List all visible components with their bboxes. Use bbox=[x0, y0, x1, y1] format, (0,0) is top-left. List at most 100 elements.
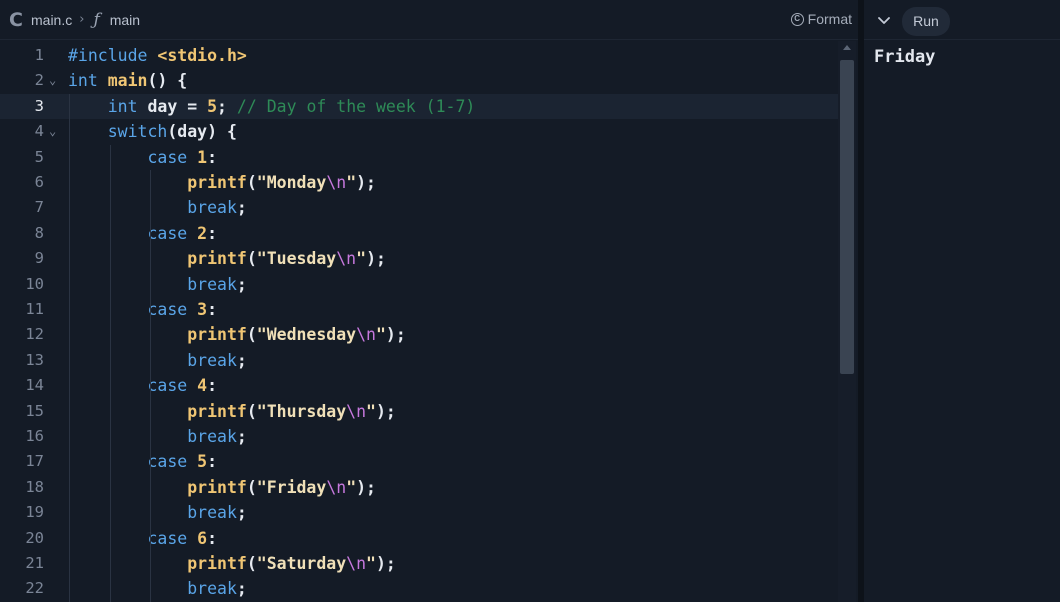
code-token: ; bbox=[236, 350, 247, 370]
code-text: printf("Tuesday\n"); bbox=[68, 246, 386, 271]
code-text: case 1: bbox=[68, 145, 217, 170]
breadcrumb-function[interactable]: main bbox=[110, 12, 140, 28]
output-header bbox=[864, 0, 1060, 40]
panel-splitter[interactable] bbox=[858, 0, 864, 602]
code-line[interactable]: 10 break; bbox=[0, 272, 838, 297]
code-token: case bbox=[147, 147, 198, 167]
code-token: printf bbox=[187, 173, 247, 192]
code-token: : bbox=[207, 147, 218, 167]
code-token: ; bbox=[236, 274, 247, 294]
code-token: case bbox=[147, 223, 198, 243]
code-token: \n bbox=[346, 401, 367, 421]
code-token: 5 bbox=[197, 452, 208, 472]
code-token: \n bbox=[326, 477, 347, 497]
code-token: 1 bbox=[197, 147, 208, 167]
code-line[interactable]: 17 case 5: bbox=[0, 449, 838, 474]
code-token: ( bbox=[246, 173, 257, 192]
code-token: ; bbox=[236, 503, 247, 523]
code-line[interactable]: 18 printf("Friday\n"); bbox=[0, 475, 838, 500]
line-number: 16 bbox=[25, 427, 44, 445]
fold-chevron-icon[interactable]: ⌄ bbox=[49, 68, 56, 93]
code-token: " bbox=[366, 401, 376, 421]
code-line[interactable]: 8 case 2: bbox=[0, 221, 838, 246]
chevron-down-icon[interactable] bbox=[876, 12, 892, 28]
code-token: ; bbox=[236, 579, 247, 599]
code-token: break bbox=[187, 503, 237, 523]
code-text: case 2: bbox=[68, 221, 217, 246]
format-icon: C bbox=[790, 12, 804, 26]
code-line[interactable]: 21 printf("Saturday\n"); bbox=[0, 551, 838, 576]
code-token: \n bbox=[336, 249, 357, 269]
code-line[interactable]: 3 int day = 5; // Day of the week (1-7) bbox=[0, 93, 838, 120]
run-button[interactable]: Run bbox=[902, 7, 950, 36]
format-button[interactable]: C Format bbox=[790, 11, 852, 27]
code-token: break bbox=[187, 198, 237, 218]
line-number: 17 bbox=[25, 452, 44, 471]
editor-header: C main.c › ƒ main C Format bbox=[0, 0, 858, 40]
code-token: <stdio.h> bbox=[157, 46, 247, 65]
code-line[interactable]: 15 printf("Thursday\n"); bbox=[0, 399, 838, 424]
code-token: ( bbox=[246, 325, 257, 345]
fold-chevron-icon[interactable]: ⌄ bbox=[49, 119, 56, 144]
code-line[interactable]: 6 printf("Monday\n"); bbox=[0, 170, 838, 195]
code-token: break bbox=[187, 350, 237, 370]
code-token: printf bbox=[187, 554, 247, 573]
code-line[interactable]: 22 break; bbox=[0, 576, 838, 601]
code-token: (day) { bbox=[167, 122, 237, 142]
code-line[interactable]: 7 break; bbox=[0, 195, 838, 220]
code-text: break; bbox=[68, 272, 247, 297]
code-line[interactable]: 14 case 4: bbox=[0, 373, 838, 398]
code-token: ); bbox=[385, 325, 406, 345]
code-line[interactable]: 12 printf("Wednesday\n"); bbox=[0, 322, 838, 347]
line-number: 7 bbox=[34, 198, 44, 217]
code-token: : bbox=[207, 452, 218, 472]
code-token: 4 bbox=[197, 376, 208, 396]
code-token: ); bbox=[375, 401, 396, 421]
scroll-up-icon[interactable] bbox=[843, 45, 851, 50]
code-token: ; bbox=[236, 427, 247, 446]
line-number: 10 bbox=[25, 274, 44, 293]
indent-guide bbox=[149, 170, 151, 602]
code-line[interactable]: 16 break; bbox=[0, 424, 838, 449]
breadcrumb-file[interactable]: main.c bbox=[31, 12, 72, 28]
code-token: "Saturday bbox=[256, 554, 347, 573]
code-token: : bbox=[207, 223, 218, 243]
code-line[interactable]: 5 case 1: bbox=[0, 145, 838, 170]
code-line[interactable]: 20 case 6: bbox=[0, 526, 838, 551]
code-token: "Friday bbox=[256, 477, 327, 497]
code-token: break bbox=[187, 579, 237, 599]
code-text: case 6: bbox=[68, 526, 217, 551]
code-text: #include <stdio.h> bbox=[68, 43, 247, 68]
code-token: : bbox=[207, 528, 218, 548]
code-text: int main() { bbox=[68, 68, 187, 93]
code-line[interactable]: 13 break; bbox=[0, 348, 838, 373]
code-token: ); bbox=[366, 249, 386, 269]
function-icon: ƒ bbox=[93, 9, 100, 30]
output-text: Friday bbox=[874, 47, 936, 67]
code-token: ; bbox=[236, 198, 247, 218]
format-label: Format bbox=[807, 11, 852, 27]
code-text: break; bbox=[68, 500, 247, 525]
code-line[interactable]: 9 printf("Tuesday\n"); bbox=[0, 246, 838, 271]
code-text: break; bbox=[68, 576, 247, 601]
code-token: ); bbox=[375, 554, 396, 573]
code-line[interactable]: 11 case 3: bbox=[0, 297, 838, 322]
code-text: break; bbox=[68, 424, 247, 449]
scrollbar-thumb[interactable] bbox=[840, 60, 854, 374]
code-text: int day = 5; // Day of the week (1-7) bbox=[68, 94, 476, 119]
code-line[interactable]: 19 break; bbox=[0, 500, 838, 525]
code-line[interactable]: 1 #include <stdio.h> bbox=[0, 43, 838, 68]
code-line[interactable]: 4 ⌄ switch(day) { bbox=[0, 119, 838, 144]
code-line[interactable]: 2 ⌄ int main() { bbox=[0, 68, 838, 93]
code-token: 2 bbox=[197, 223, 208, 243]
line-number: 11 bbox=[25, 300, 44, 318]
code-editor[interactable]: 1 #include <stdio.h> 2 ⌄ int main() {3 int d… bbox=[0, 41, 858, 602]
